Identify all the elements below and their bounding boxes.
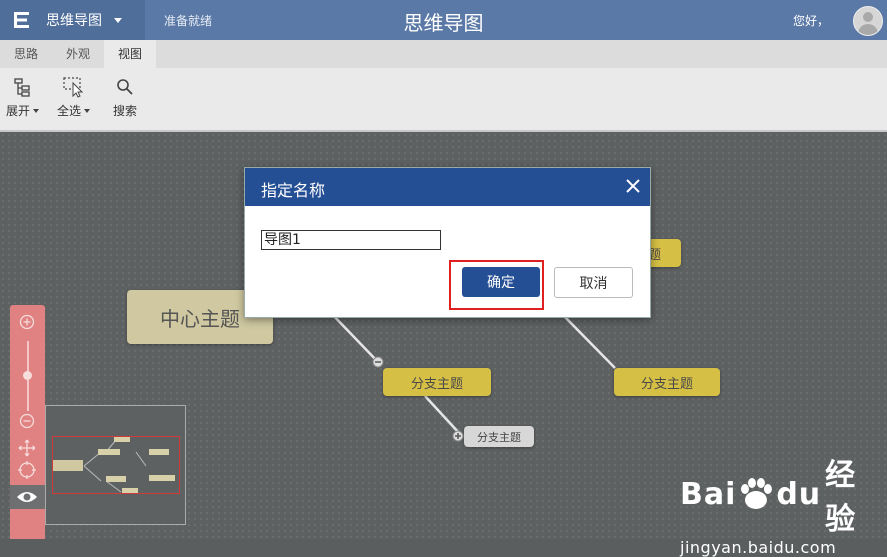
tab-idea[interactable]: 思路 — [0, 40, 52, 68]
branch-topic-right[interactable]: 分支主题 — [614, 368, 720, 396]
tab-view[interactable]: 视图 — [104, 40, 157, 68]
tab-appearance[interactable]: 外观 — [52, 40, 104, 68]
watermark-brand-right: du — [776, 476, 822, 512]
expand-icon[interactable] — [452, 430, 464, 442]
baidu-watermark: Bai du 经验 jingyan.baidu.com — [680, 450, 887, 557]
select-all-label: 全选 — [57, 104, 82, 118]
search-icon — [113, 76, 137, 98]
branch-topic-left[interactable]: 分支主题 — [383, 368, 491, 396]
dialog-header: 指定名称 — [245, 168, 650, 206]
highlight-box — [449, 260, 544, 310]
top-bar: 思维导图 准备就绪 思维导图 您好， — [0, 0, 887, 40]
minimap-viewport[interactable] — [52, 436, 180, 494]
avatar[interactable] — [853, 6, 883, 36]
toolbar: 展开 全选 搜索 — [0, 68, 887, 132]
zoom-out-icon[interactable] — [19, 413, 35, 429]
zoom-in-icon[interactable] — [19, 314, 35, 330]
expand-tree-icon — [6, 76, 39, 98]
chevron-down-icon — [84, 108, 91, 113]
sub-topic[interactable]: 分支主题 — [464, 426, 534, 447]
greeting-text: 您好， — [792, 14, 829, 28]
cancel-button[interactable]: 取消 — [554, 267, 633, 298]
collapse-icon[interactable] — [372, 356, 384, 368]
select-cursor-icon — [57, 76, 90, 98]
dialog-title: 指定名称 — [261, 181, 326, 200]
watermark-brand-cn: 经验 — [825, 458, 857, 537]
zoom-panel — [10, 305, 45, 539]
search-label: 搜索 — [113, 104, 138, 118]
watermark-brand-left: Bai — [680, 476, 737, 512]
minimap[interactable] — [45, 405, 186, 525]
search-button[interactable]: 搜索 — [113, 76, 137, 119]
move-icon[interactable] — [18, 439, 36, 457]
eye-icon — [17, 492, 37, 502]
preview-toggle[interactable] — [10, 485, 45, 509]
locate-center-icon[interactable] — [18, 461, 36, 479]
expand-label: 展开 — [6, 104, 31, 118]
select-all-button[interactable]: 全选 — [57, 76, 91, 119]
ribbon-tabs: 思路 外观 视图 — [0, 40, 887, 68]
name-dialog: 指定名称 导图1 确定 取消 — [244, 167, 651, 318]
close-icon[interactable] — [624, 177, 642, 195]
name-input[interactable]: 导图1 — [261, 230, 441, 250]
expand-button[interactable]: 展开 — [6, 76, 40, 119]
paw-icon — [741, 478, 773, 509]
page-title: 思维导图 — [403, 11, 484, 35]
chevron-down-icon — [33, 108, 40, 113]
watermark-url: jingyan.baidu.com — [680, 538, 837, 557]
zoom-slider-handle[interactable] — [23, 371, 32, 380]
